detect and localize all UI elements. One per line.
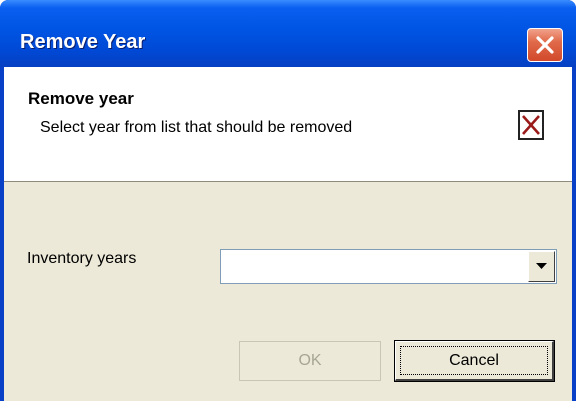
close-button[interactable] — [527, 28, 563, 62]
chevron-down-icon — [536, 263, 547, 269]
window-frame-right — [572, 67, 576, 401]
ok-button[interactable]: OK — [239, 341, 381, 381]
dropdown-button[interactable] — [528, 251, 555, 282]
inventory-years-select[interactable] — [220, 249, 557, 284]
header-title: Remove year — [28, 89, 134, 108]
dialog-body: Remove year Select year from list that s… — [4, 67, 572, 401]
header-panel: Remove year Select year from list that s… — [4, 67, 572, 182]
inventory-years-label: Inventory years — [27, 250, 137, 267]
cancel-button[interactable]: Cancel — [394, 340, 555, 382]
close-icon — [536, 36, 554, 54]
title-bar[interactable]: Remove Year — [0, 0, 576, 67]
header-subtitle: Select year from list that should be rem… — [40, 119, 353, 136]
window-title: Remove Year — [20, 31, 146, 53]
ok-button-label: OK — [298, 352, 322, 369]
focus-rectangle — [400, 346, 548, 375]
remove-year-dialog: Remove Year Remove year Select year from… — [0, 0, 576, 401]
delete-icon — [518, 110, 544, 140]
